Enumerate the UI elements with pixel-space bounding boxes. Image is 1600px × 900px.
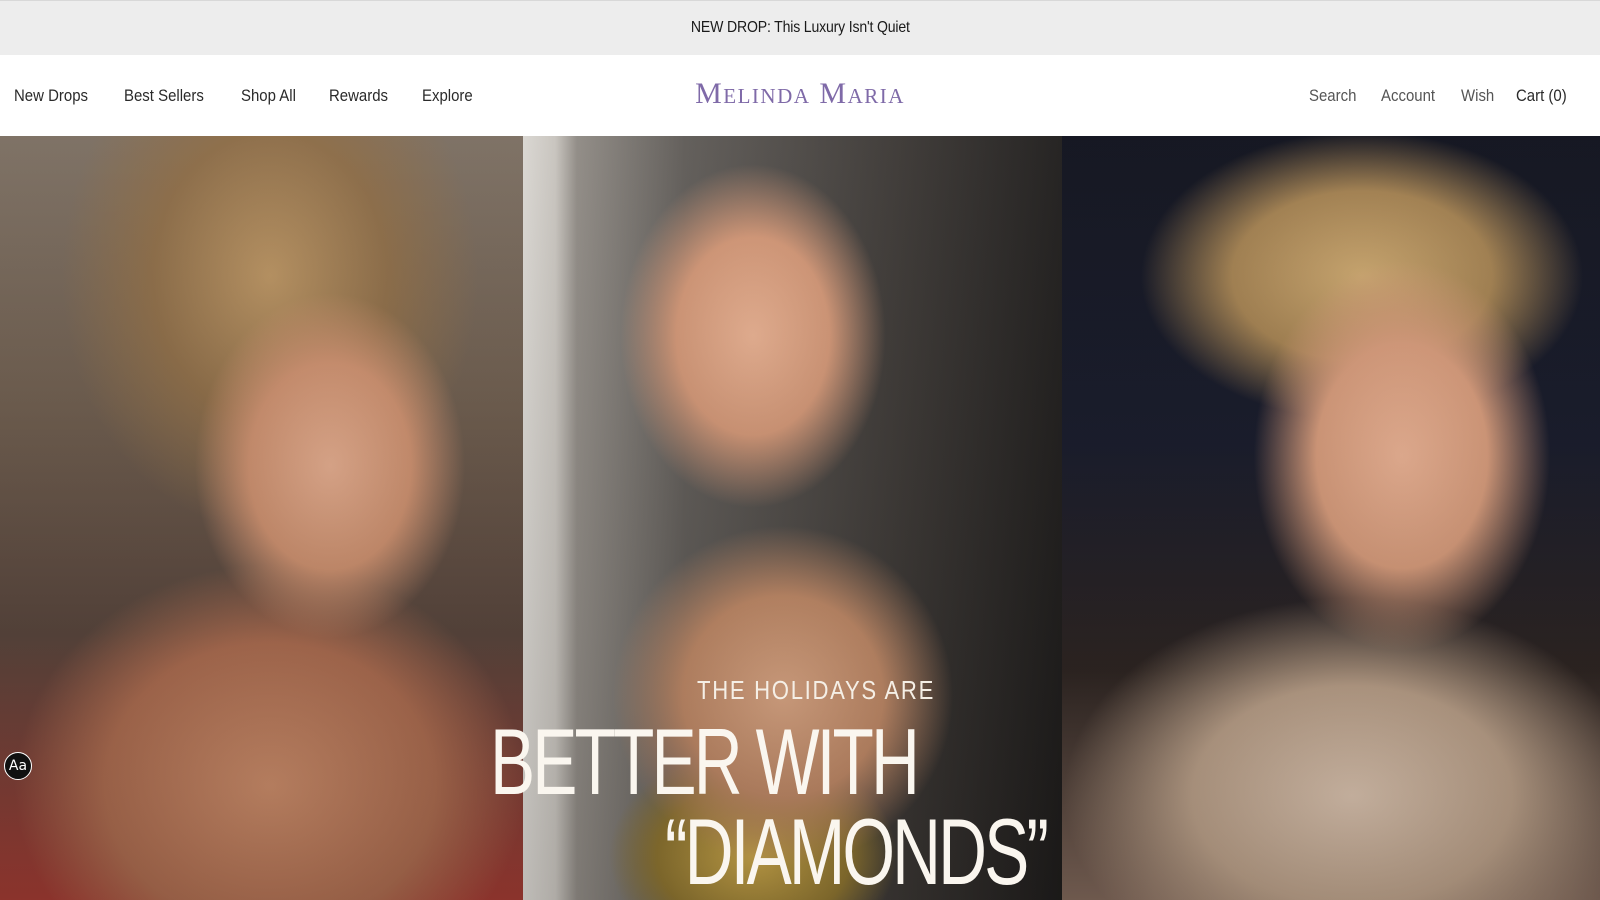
- cart-link[interactable]: Cart (0): [1516, 86, 1567, 106]
- announcement-bar[interactable]: NEW DROP: This Luxury Isn't Quiet: [0, 0, 1600, 55]
- hero-photo-center: [523, 136, 1062, 900]
- brand-logo-text[interactable]: Melinda Maria: [695, 77, 905, 111]
- wishlist-link[interactable]: Wish: [1461, 86, 1494, 106]
- search-link[interactable]: Search: [1309, 86, 1356, 106]
- account-link[interactable]: Account: [1381, 86, 1435, 106]
- accessibility-text-size-button[interactable]: Aa: [4, 752, 32, 780]
- utility-nav: Search Account Wish Cart (0): [1291, 55, 1574, 136]
- hero-photo-right: [1062, 136, 1600, 900]
- hero-banner[interactable]: THE HOLIDAYS ARE BETTER WITH “DIAMONDS”: [0, 136, 1600, 900]
- site-header: New Drops Best Sellers Shop All Rewards …: [0, 55, 1600, 136]
- hero-photo-left: [0, 136, 523, 900]
- announcement-text[interactable]: NEW DROP: This Luxury Isn't Quiet: [691, 19, 910, 37]
